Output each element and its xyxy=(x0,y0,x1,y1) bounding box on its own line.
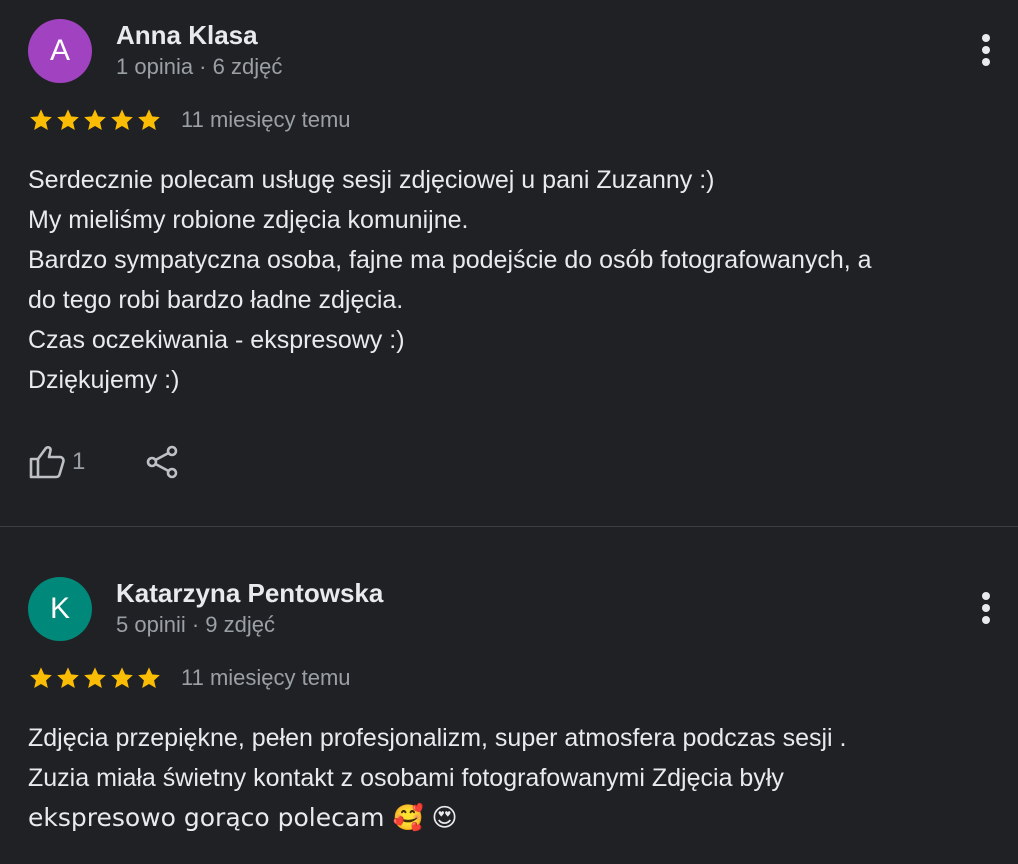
review-text-line: Zdjęcia przepiękne, pełen profesjonalizm… xyxy=(28,724,847,752)
star-icon xyxy=(57,109,79,130)
share-icon xyxy=(147,445,178,479)
thumbs-up-icon xyxy=(29,446,65,479)
author-name[interactable]: Katarzyna Pentowska xyxy=(116,578,383,609)
review-card: A Anna Klasa 1 opinia · 6 zdjęć 11 miesi… xyxy=(0,0,1018,526)
review-text-line: ekspresowo gorąco polecam 🥰 😍 xyxy=(28,803,458,832)
star-rating xyxy=(28,663,162,693)
share-button[interactable] xyxy=(145,445,179,479)
review-text-line: Czas oczekiwania - ekspresowy :) xyxy=(28,326,405,354)
like-button[interactable]: 1 xyxy=(28,445,85,479)
more-options-button[interactable] xyxy=(970,588,1002,628)
review-time: 11 miesięcy temu xyxy=(181,665,351,690)
author-meta[interactable]: 1 opinia · 6 zdjęć xyxy=(116,54,282,80)
author-name[interactable]: Anna Klasa xyxy=(116,20,258,51)
review-time: 11 miesięcy temu xyxy=(181,107,351,132)
star-icon xyxy=(30,109,52,130)
review-text-line: My mieliśmy robione zdjęcia komunijne. xyxy=(28,206,469,234)
review-text: Serdecznie polecam usługę sesji zdjęciow… xyxy=(28,160,1003,400)
review-actions: 1 xyxy=(28,438,179,486)
more-vert-icon xyxy=(982,592,990,624)
like-count: 1 xyxy=(72,448,86,475)
review-text-line: Zuzia miała świetny kontakt z osobami fo… xyxy=(28,764,784,792)
star-icon xyxy=(30,667,52,688)
star-icon xyxy=(57,667,79,688)
review-card: K Katarzyna Pentowska 5 opinii · 9 zdjęć… xyxy=(0,527,1018,864)
review-text-line: Serdecznie polecam usługę sesji zdjęciow… xyxy=(28,166,715,194)
star-icon xyxy=(111,109,133,130)
avatar-letter: A xyxy=(49,34,70,67)
more-vert-icon xyxy=(982,34,990,66)
review-text-line: do tego robi bardzo ładne zdjęcia. xyxy=(28,286,404,314)
review-text: Zdjęcia przepiękne, pełen profesjonalizm… xyxy=(28,718,1003,838)
star-rating xyxy=(28,105,162,135)
avatar[interactable]: A xyxy=(28,19,92,83)
review-text-line: Bardzo sympatyczna osoba, fajne ma podej… xyxy=(28,246,872,274)
author-meta[interactable]: 5 opinii · 9 zdjęć xyxy=(116,612,275,638)
star-icon xyxy=(138,109,160,130)
review-text-line: Dziękujemy :) xyxy=(28,366,180,394)
star-icon xyxy=(138,667,160,688)
star-icon xyxy=(111,667,133,688)
star-icon xyxy=(84,109,106,130)
more-options-button[interactable] xyxy=(970,30,1002,70)
avatar-letter: K xyxy=(49,592,70,625)
avatar[interactable]: K xyxy=(28,577,92,641)
star-icon xyxy=(84,667,106,688)
